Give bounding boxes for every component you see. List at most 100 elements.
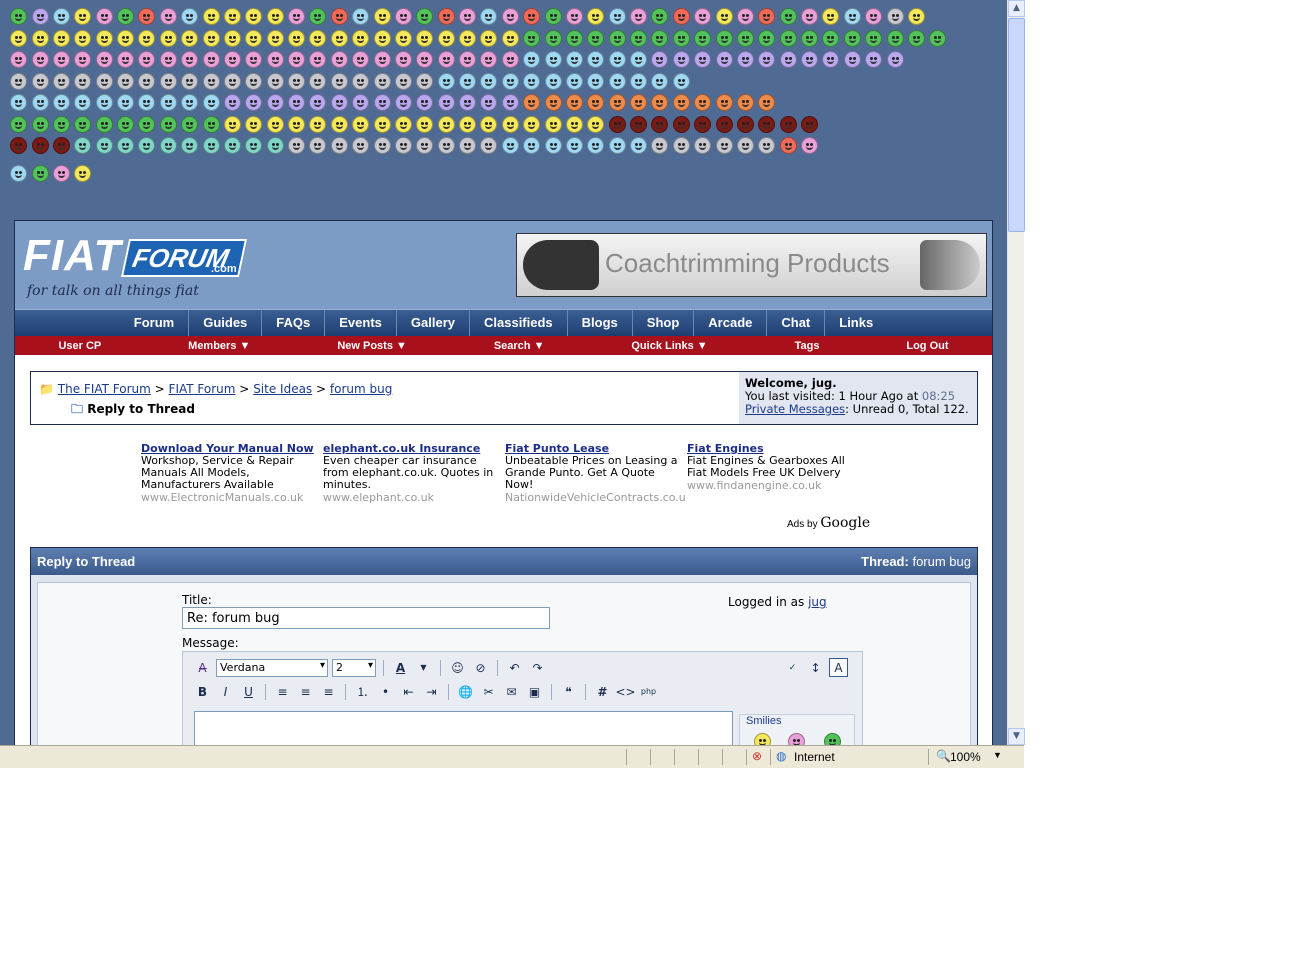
zoom-level[interactable]: 100% bbox=[950, 750, 981, 764]
switch-mode-icon[interactable]: A bbox=[829, 658, 848, 677]
emoticon-icon bbox=[416, 29, 434, 47]
subnav-item-user-cp[interactable]: User CP bbox=[58, 340, 101, 352]
subnav-item-tags[interactable]: Tags bbox=[795, 340, 820, 352]
welcome-panel: Welcome, jug. You last visited: 1 Hour A… bbox=[739, 372, 977, 424]
private-messages-link[interactable]: Private Messages bbox=[745, 402, 845, 416]
html-code-icon[interactable]: <> bbox=[615, 682, 635, 701]
insert-image-icon[interactable]: ▣ bbox=[525, 682, 544, 701]
ad-banner[interactable]: Coachtrimming Products bbox=[516, 233, 987, 297]
emoticon-icon bbox=[907, 29, 925, 47]
outdent-icon[interactable]: ⇤ bbox=[399, 682, 418, 701]
font-select[interactable]: Verdana bbox=[216, 658, 328, 677]
breadcrumb-separator: > bbox=[239, 382, 250, 396]
nav-item-guides[interactable]: Guides bbox=[189, 310, 263, 336]
emoticon-icon bbox=[245, 51, 263, 68]
subnav-item-members[interactable]: Members ▼ bbox=[188, 340, 250, 352]
bold-icon[interactable]: B bbox=[193, 682, 212, 701]
fiat-forum-logo[interactable]: FIAT FORUM .com for talk on all things f… bbox=[23, 231, 253, 303]
insert-link-icon[interactable]: 🌐 bbox=[456, 682, 475, 701]
emoticon-icon bbox=[630, 8, 648, 25]
scroll-down-icon[interactable]: ▼ bbox=[1008, 728, 1025, 745]
emoticon-icon bbox=[480, 8, 498, 25]
message-textarea[interactable] bbox=[194, 711, 733, 745]
ad-url[interactable]: www.findanengine.co.uk bbox=[687, 480, 865, 492]
nav-item-classifieds[interactable]: Classifieds bbox=[470, 310, 568, 336]
nav-item-events[interactable]: Events bbox=[325, 310, 397, 336]
emoticon-icon bbox=[74, 165, 92, 182]
emoticon-icon bbox=[587, 115, 605, 133]
subnav-item-search[interactable]: Search ▼ bbox=[494, 340, 545, 352]
undo-icon[interactable]: ↶ bbox=[505, 658, 524, 677]
nav-item-forum[interactable]: Forum bbox=[120, 310, 190, 336]
chevron-down-icon[interactable]: ▼ bbox=[993, 750, 1002, 760]
underline-icon[interactable]: U bbox=[239, 682, 258, 701]
emoticon-icon bbox=[565, 137, 583, 154]
indent-icon[interactable]: ⇥ bbox=[422, 682, 441, 701]
vertical-scrollbar[interactable]: ▲ ▼ bbox=[1007, 0, 1025, 745]
emoticon-icon bbox=[565, 115, 583, 133]
breadcrumb-link-thread[interactable]: forum bug bbox=[330, 382, 392, 396]
align-center-icon[interactable]: ≡ bbox=[296, 682, 315, 701]
scrollbar-thumb[interactable] bbox=[1008, 18, 1025, 232]
insert-email-icon[interactable]: ✉ bbox=[502, 682, 521, 701]
breadcrumb-link-home[interactable]: The FIAT Forum bbox=[58, 382, 151, 396]
grin-icon[interactable] bbox=[788, 733, 806, 745]
browser-viewport: FIAT FORUM .com for talk on all things f… bbox=[0, 0, 1007, 745]
ordered-list-icon[interactable]: ⒈ bbox=[353, 682, 372, 701]
emoticon-icon bbox=[565, 94, 583, 111]
emoticon-icon bbox=[715, 137, 733, 154]
ad-url[interactable]: NationwideVehicleContracts.co.u bbox=[505, 492, 686, 504]
nav-item-links[interactable]: Links bbox=[825, 310, 887, 336]
font-color-icon[interactable]: A bbox=[391, 658, 410, 677]
resize-icon[interactable]: ↕ bbox=[806, 658, 825, 677]
blocked-popup-icon[interactable]: ⊗ bbox=[752, 749, 762, 763]
subnav-item-new-posts[interactable]: New Posts ▼ bbox=[337, 340, 407, 352]
subnav-item-log-out[interactable]: Log Out bbox=[906, 340, 948, 352]
breadcrumb-link-site-ideas[interactable]: Site Ideas bbox=[253, 382, 312, 396]
code-hash-icon[interactable]: # bbox=[593, 682, 612, 701]
italic-icon[interactable]: I bbox=[216, 682, 235, 701]
breadcrumb-separator: > bbox=[316, 382, 327, 396]
emoticon-icon bbox=[416, 137, 434, 154]
emoticon-icon bbox=[523, 115, 541, 133]
nav-item-gallery[interactable]: Gallery bbox=[397, 310, 470, 336]
align-left-icon[interactable]: ≡ bbox=[273, 682, 292, 701]
thread-label: Thread: bbox=[861, 554, 909, 569]
spellcheck-icon[interactable]: ✓ bbox=[783, 658, 802, 677]
unordered-list-icon[interactable]: • bbox=[376, 682, 395, 701]
align-right-icon[interactable]: ≡ bbox=[319, 682, 338, 701]
remove-link-icon[interactable]: ✂ bbox=[479, 682, 498, 701]
chevron-down-icon[interactable]: ▼ bbox=[414, 658, 433, 677]
size-select[interactable]: 2 bbox=[332, 658, 376, 677]
emoticon-icon bbox=[736, 8, 754, 25]
logged-in-user-link[interactable]: jug bbox=[808, 595, 827, 609]
emoticon-icon bbox=[223, 94, 241, 111]
ad-url[interactable]: www.elephant.co.uk bbox=[323, 492, 501, 504]
ads-by-google[interactable]: Ads by Google bbox=[787, 515, 870, 531]
main-nav: Forum Guides FAQs Events Gallery Classifieds B… bbox=[15, 309, 992, 336]
emoticon-icon bbox=[74, 51, 92, 68]
remove-format-icon[interactable]: A̶ bbox=[193, 658, 212, 677]
nav-item-blogs[interactable]: Blogs bbox=[568, 310, 633, 336]
php-code-icon[interactable]: php bbox=[639, 682, 658, 701]
nav-item-faqs[interactable]: FAQs bbox=[262, 310, 326, 336]
emoticon-icon bbox=[202, 137, 220, 154]
scroll-up-icon[interactable]: ▲ bbox=[1008, 0, 1025, 17]
quote-icon[interactable]: ❝ bbox=[559, 682, 578, 701]
reply-header: Reply to Thread Thread: forum bug bbox=[31, 548, 977, 575]
ad-url[interactable]: www.ElectronicManuals.co.uk bbox=[141, 492, 319, 504]
status-divider bbox=[746, 749, 747, 765]
redo-icon[interactable]: ↷ bbox=[528, 658, 547, 677]
attachment-icon[interactable]: ⊘ bbox=[471, 658, 490, 677]
big-grin-icon[interactable] bbox=[824, 733, 842, 745]
nav-item-chat[interactable]: Chat bbox=[767, 310, 826, 336]
emoticon-icon bbox=[736, 94, 754, 111]
smiley-insert-icon[interactable]: ☺ bbox=[448, 658, 467, 677]
breadcrumb-link-forum[interactable]: FIAT Forum bbox=[169, 382, 236, 396]
nav-item-shop[interactable]: Shop bbox=[633, 310, 695, 336]
title-input[interactable] bbox=[182, 607, 550, 629]
emoticon-icon bbox=[223, 29, 241, 47]
subnav-item-quick-links[interactable]: Quick Links ▼ bbox=[631, 340, 707, 352]
smile-icon[interactable] bbox=[754, 733, 772, 745]
nav-item-arcade[interactable]: Arcade bbox=[694, 310, 768, 336]
